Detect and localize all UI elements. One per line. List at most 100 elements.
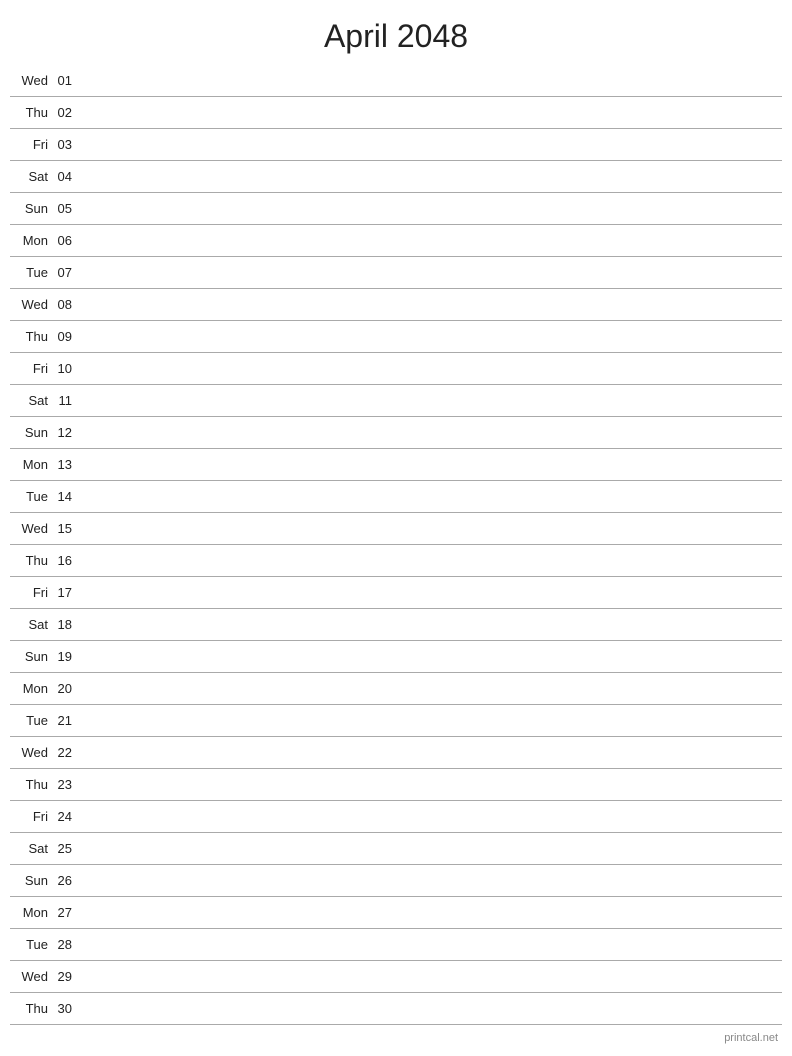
footer-text: printcal.net (724, 1032, 778, 1044)
day-number: 27 (52, 905, 80, 920)
calendar-row: Thu30 (10, 993, 782, 1025)
day-line (80, 1008, 782, 1009)
calendar-row: Sun19 (10, 641, 782, 673)
day-number: 15 (52, 521, 80, 536)
calendar-row: Sun05 (10, 193, 782, 225)
day-line (80, 400, 782, 401)
day-name: Mon (10, 233, 52, 248)
calendar-row: Fri10 (10, 353, 782, 385)
day-number: 02 (52, 105, 80, 120)
day-number: 16 (52, 553, 80, 568)
day-line (80, 208, 782, 209)
calendar-row: Tue14 (10, 481, 782, 513)
calendar-row: Fri24 (10, 801, 782, 833)
day-line (80, 240, 782, 241)
day-number: 30 (52, 1001, 80, 1016)
calendar-row: Tue07 (10, 257, 782, 289)
calendar-row: Mon06 (10, 225, 782, 257)
day-name: Sat (10, 617, 52, 632)
day-number: 23 (52, 777, 80, 792)
day-line (80, 816, 782, 817)
day-number: 19 (52, 649, 80, 664)
day-name: Mon (10, 681, 52, 696)
day-line (80, 720, 782, 721)
calendar-container: Wed01Thu02Fri03Sat04Sun05Mon06Tue07Wed08… (0, 65, 792, 1025)
day-number: 07 (52, 265, 80, 280)
calendar-row: Sun12 (10, 417, 782, 449)
calendar-row: Mon20 (10, 673, 782, 705)
day-name: Sun (10, 425, 52, 440)
day-line (80, 336, 782, 337)
calendar-row: Mon13 (10, 449, 782, 481)
calendar-row: Wed22 (10, 737, 782, 769)
day-name: Wed (10, 969, 52, 984)
day-line (80, 752, 782, 753)
day-number: 14 (52, 489, 80, 504)
day-name: Tue (10, 489, 52, 504)
day-line (80, 272, 782, 273)
day-number: 01 (52, 73, 80, 88)
day-number: 03 (52, 137, 80, 152)
day-line (80, 80, 782, 81)
calendar-row: Thu16 (10, 545, 782, 577)
day-line (80, 784, 782, 785)
day-number: 06 (52, 233, 80, 248)
calendar-row: Tue21 (10, 705, 782, 737)
day-name: Sun (10, 873, 52, 888)
day-number: 12 (52, 425, 80, 440)
day-name: Tue (10, 937, 52, 952)
day-name: Tue (10, 713, 52, 728)
day-line (80, 848, 782, 849)
day-number: 22 (52, 745, 80, 760)
day-number: 09 (52, 329, 80, 344)
calendar-row: Wed29 (10, 961, 782, 993)
day-number: 20 (52, 681, 80, 696)
day-name: Thu (10, 1001, 52, 1016)
day-name: Sat (10, 841, 52, 856)
calendar-row: Tue28 (10, 929, 782, 961)
day-name: Fri (10, 361, 52, 376)
day-line (80, 144, 782, 145)
day-number: 10 (52, 361, 80, 376)
day-line (80, 688, 782, 689)
day-number: 24 (52, 809, 80, 824)
day-line (80, 496, 782, 497)
page-title: April 2048 (0, 0, 792, 65)
day-line (80, 592, 782, 593)
day-name: Wed (10, 297, 52, 312)
day-number: 05 (52, 201, 80, 216)
day-name: Sat (10, 169, 52, 184)
day-line (80, 656, 782, 657)
calendar-row: Thu23 (10, 769, 782, 801)
day-name: Fri (10, 585, 52, 600)
day-line (80, 624, 782, 625)
day-name: Thu (10, 777, 52, 792)
day-line (80, 880, 782, 881)
day-name: Thu (10, 553, 52, 568)
day-name: Thu (10, 105, 52, 120)
day-line (80, 976, 782, 977)
day-number: 29 (52, 969, 80, 984)
calendar-row: Fri17 (10, 577, 782, 609)
calendar-row: Wed01 (10, 65, 782, 97)
day-number: 13 (52, 457, 80, 472)
day-line (80, 432, 782, 433)
calendar-row: Wed08 (10, 289, 782, 321)
day-number: 18 (52, 617, 80, 632)
day-name: Wed (10, 521, 52, 536)
day-line (80, 368, 782, 369)
day-line (80, 560, 782, 561)
calendar-row: Fri03 (10, 129, 782, 161)
day-number: 08 (52, 297, 80, 312)
day-name: Sun (10, 201, 52, 216)
day-number: 11 (52, 393, 80, 408)
day-name: Sun (10, 649, 52, 664)
day-name: Fri (10, 809, 52, 824)
calendar-row: Wed15 (10, 513, 782, 545)
calendar-row: Thu02 (10, 97, 782, 129)
calendar-row: Sun26 (10, 865, 782, 897)
calendar-row: Sat11 (10, 385, 782, 417)
day-number: 28 (52, 937, 80, 952)
day-name: Sat (10, 393, 52, 408)
day-name: Mon (10, 457, 52, 472)
